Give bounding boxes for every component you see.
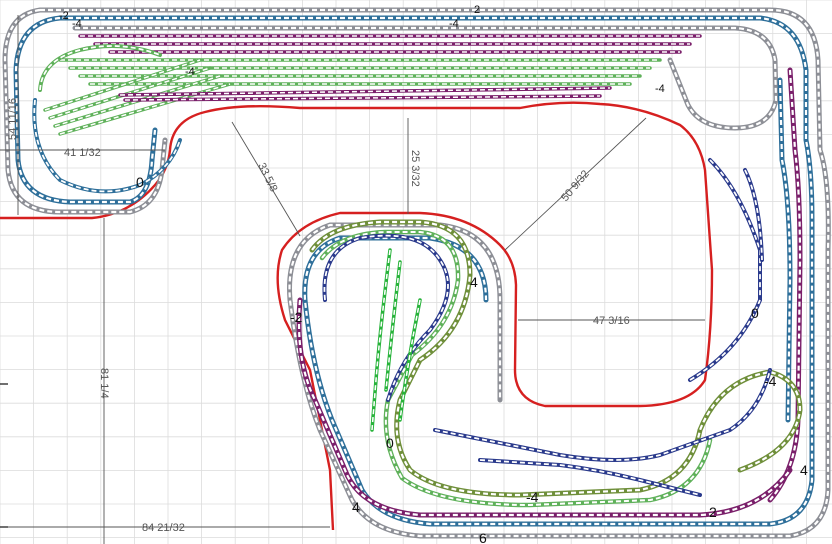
elevation-label: 6 [479,530,487,544]
track-plan-drawing: 54 11/16 41 1/32 33 5/8 25 3/32 50 9/32 … [0,0,832,544]
track-ties [709,159,761,300]
elevation-label: 2 [474,4,480,16]
elevation-label: 2 [709,504,717,520]
elevation-label: 0 [386,435,394,451]
dim-label-bottom-width: 84 21/32 [142,522,185,534]
track-ties [60,59,660,85]
track-ties [434,369,771,461]
elevation-label: -4 [449,18,459,30]
track-lines [2,7,831,539]
dim-label-aisle-width: 25 3/32 [409,150,421,187]
elevation-label: -4 [655,83,665,95]
elevation-label: 0 [751,305,759,321]
track-bed [58,58,662,86]
dim-label-diagonal-right: 50 9/32 [559,168,592,204]
layout-canvas: 54 11/16 41 1/32 33 5/8 25 3/32 50 9/32 … [0,0,832,544]
dim-label-right-aisle: 47 3/16 [593,315,630,327]
track-bed [43,58,232,136]
dim-label-peninsula-diagonal: 33 5/8 [255,161,279,194]
elevation-label: 4 [800,462,808,478]
elevation-label: 0 [136,174,144,190]
track-bed [32,98,182,194]
elevation-label: 4 [470,274,478,290]
grid [0,0,832,544]
elevation-label: -4 [72,18,82,30]
elevation-label: -2 [59,10,69,22]
elevation-label: -4 [764,373,777,389]
dim-label-top-left-width: 41 1/32 [64,147,101,159]
elevation-label: -2 [290,309,303,325]
track-ties [689,299,761,381]
elevation-label: -4 [526,489,539,505]
elevation-label: 4 [352,499,360,515]
dim-label-top-left-height: 54 11/16 [7,98,19,140]
track-bed [433,368,772,462]
track-bed [688,298,762,382]
dim-label-left-height: 81 1/4 [98,368,110,399]
elevation-label: -4 [185,66,195,78]
